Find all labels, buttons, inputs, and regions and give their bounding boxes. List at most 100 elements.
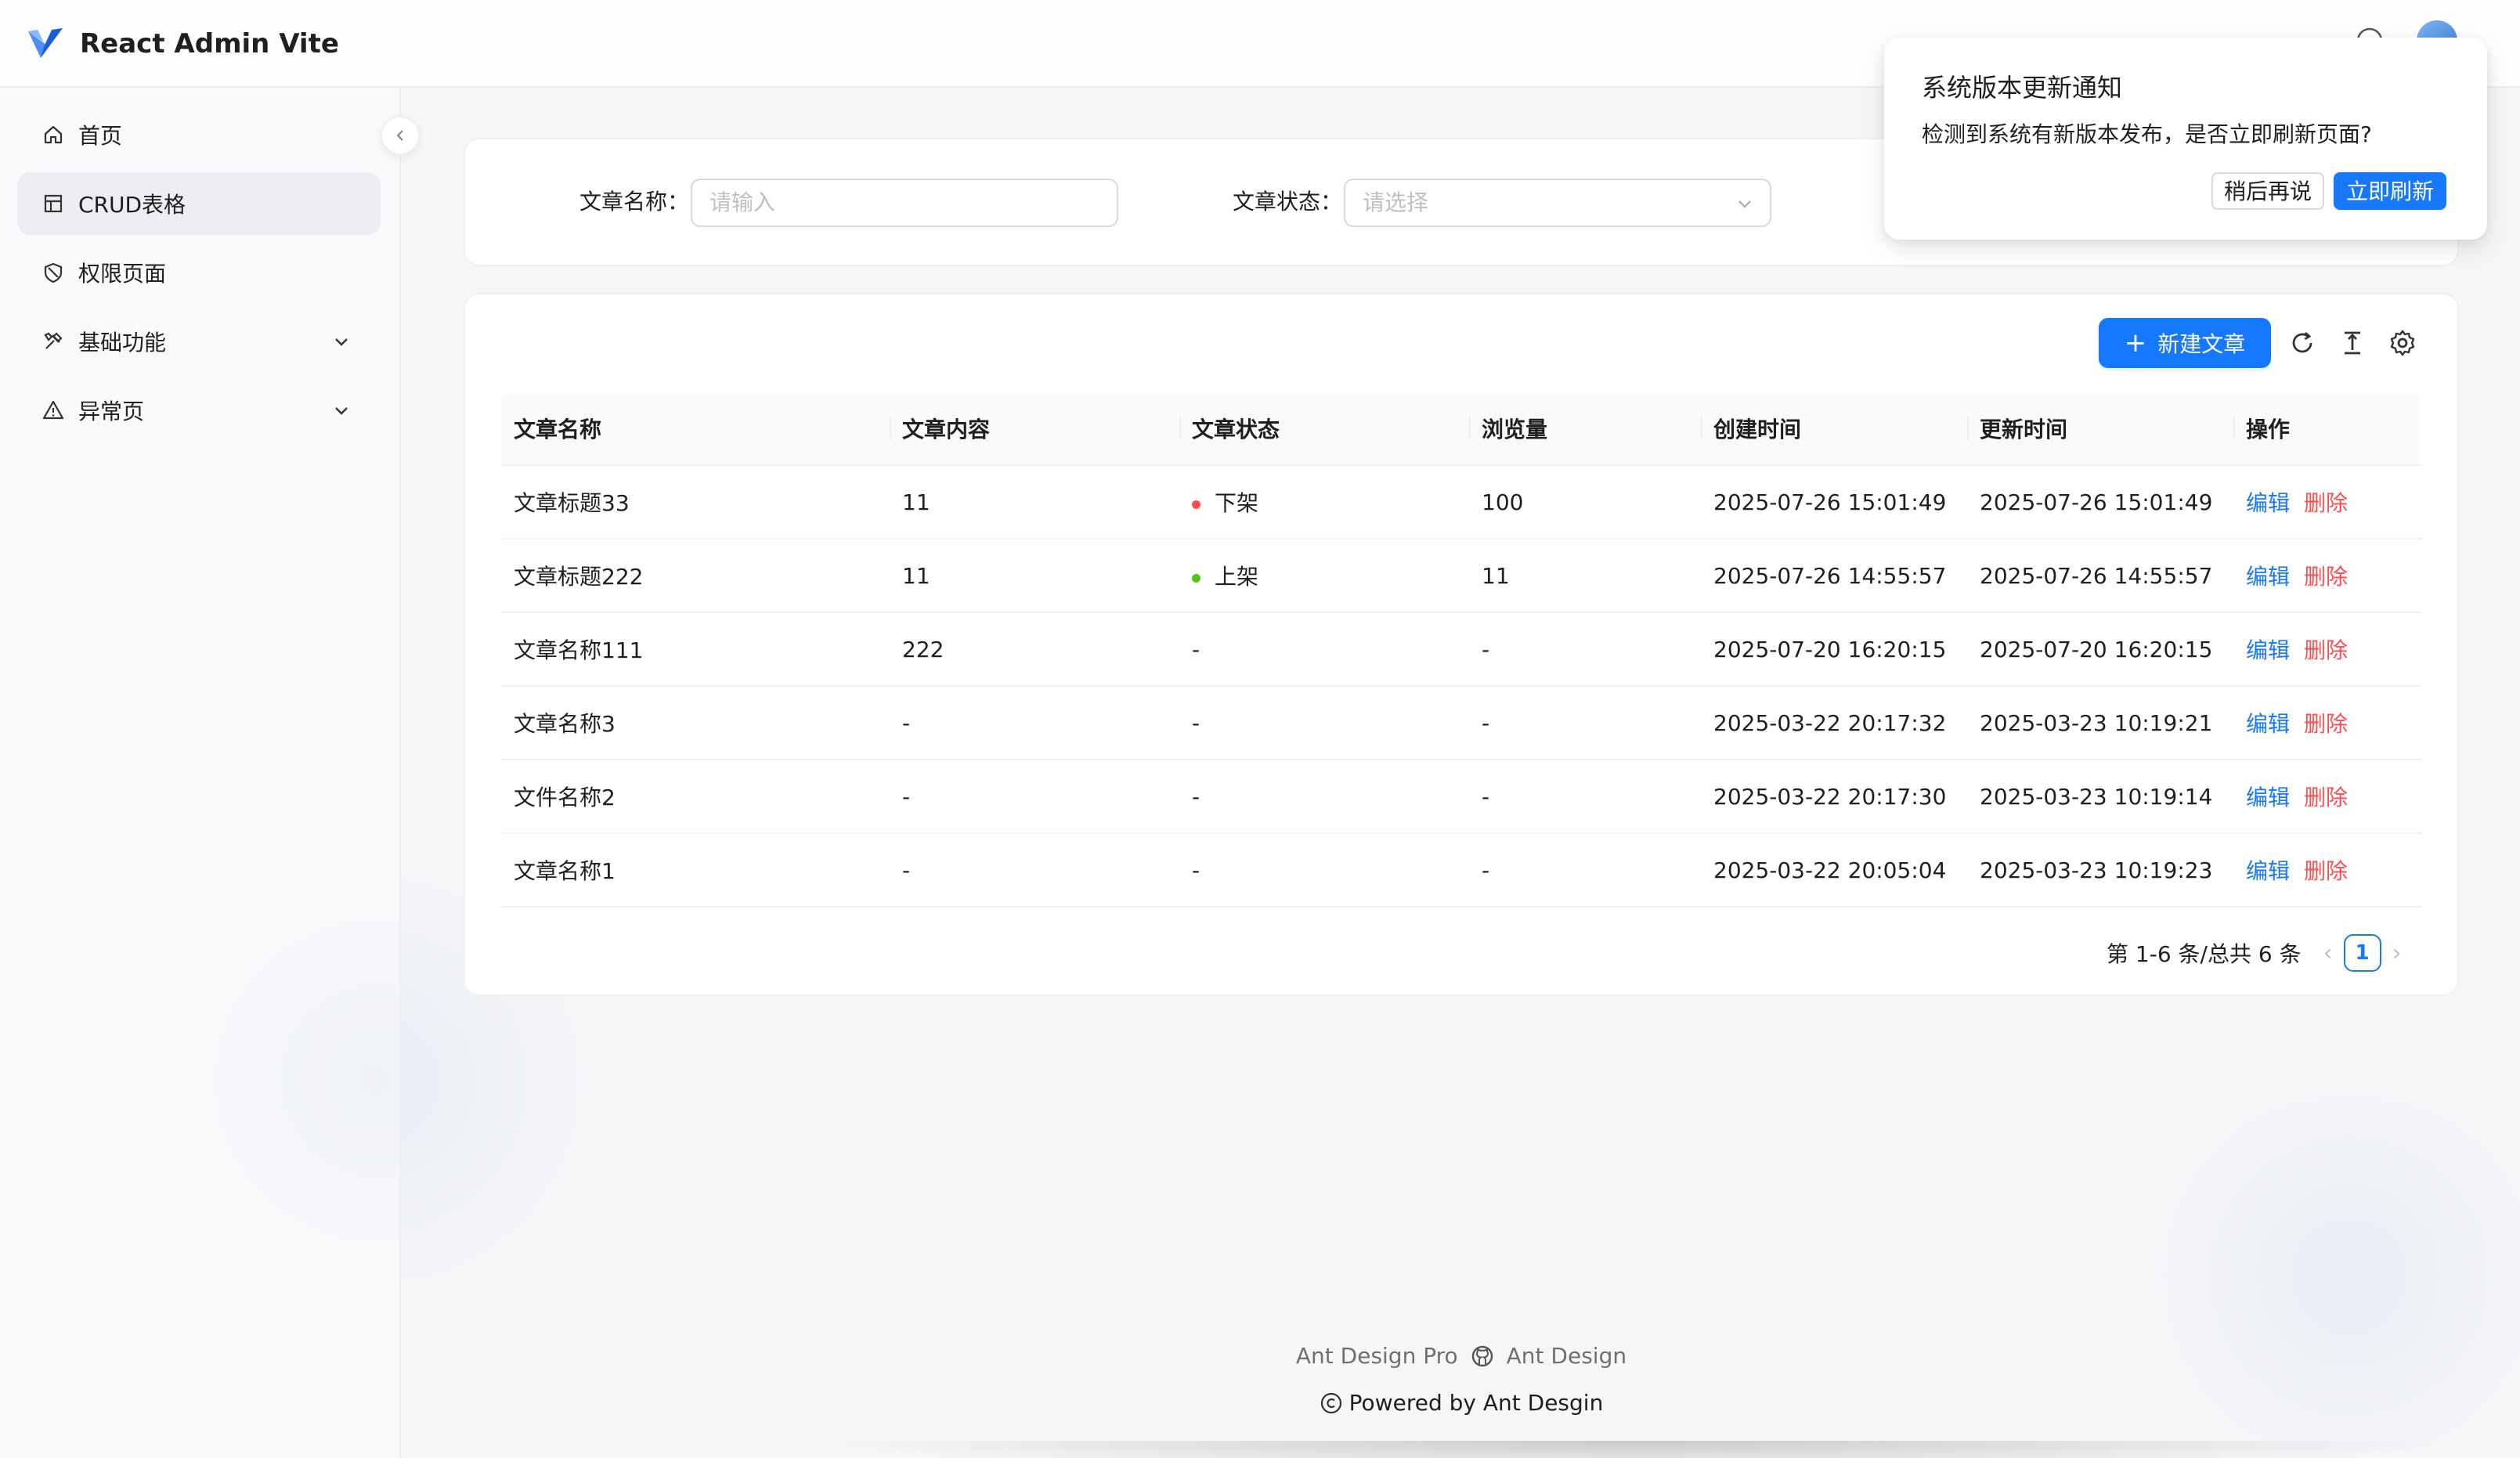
cell-content: 222 — [890, 612, 1179, 687]
copyright-text: Powered by Ant Desgin — [1348, 1390, 1604, 1416]
app-title: React Admin Vite — [80, 28, 339, 60]
sidebar-item-label: 首页 — [78, 123, 123, 149]
article-name-input[interactable]: 请输入 — [691, 179, 1118, 227]
cell-actions: 编辑 删除 — [2233, 539, 2421, 613]
cell-views: 11 — [1469, 539, 1701, 613]
column-header: 文章状态 — [1179, 392, 1469, 466]
column-header: 创建时间 — [1701, 392, 1967, 466]
sidebar-item-label: CRUD表格 — [78, 192, 186, 218]
cell-created: 2025-07-20 16:20:15 — [1701, 612, 1967, 687]
edit-link[interactable]: 编辑 — [2246, 637, 2290, 663]
table-row: 文章名称3 - - - 2025-03-22 20:17:32 2025-03-… — [501, 686, 2421, 760]
column-header: 浏览量 — [1469, 392, 1701, 466]
create-article-label: 新建文章 — [2157, 331, 2246, 357]
delete-link[interactable]: 删除 — [2304, 637, 2348, 663]
articles-table: 文章名称 文章内容 文章状态 浏览量 创建时间 更新时间 操作 文章标题33 1… — [501, 392, 2421, 908]
cell-views: - — [1469, 612, 1701, 687]
create-article-button[interactable]: + 新建文章 — [2099, 318, 2271, 368]
github-icon[interactable] — [1471, 1344, 1494, 1368]
bottom-edge-shadow — [814, 1441, 2459, 1458]
next-page-icon[interactable]: › — [2392, 940, 2402, 967]
prev-page-icon[interactable]: ‹ — [2323, 940, 2333, 967]
edit-link[interactable]: 编辑 — [2246, 490, 2290, 516]
copyright-icon — [1320, 1392, 1341, 1414]
table-row: 文章名称111 222 - - 2025-07-20 16:20:15 2025… — [501, 612, 2421, 687]
sidebar-item-home[interactable]: 首页 — [17, 103, 381, 166]
column-height-icon[interactable] — [2337, 327, 2368, 359]
column-separator — [890, 417, 891, 440]
home-icon — [44, 125, 63, 144]
cell-updated: 2025-07-20 16:20:15 — [1967, 612, 2233, 687]
column-header: 更新时间 — [1967, 392, 2233, 466]
edit-link[interactable]: 编辑 — [2246, 711, 2290, 737]
table-row: 文件名称2 - - - 2025-03-22 20:17:30 2025-03-… — [501, 760, 2421, 834]
footer-link-antd[interactable]: Ant Design — [1507, 1341, 1626, 1372]
later-button[interactable]: 稍后再说 — [2211, 172, 2325, 210]
delete-link[interactable]: 删除 — [2304, 858, 2348, 884]
column-header-label: 文章状态 — [1192, 416, 1280, 442]
sidebar-item-crud-table[interactable]: CRUD表格 — [17, 172, 381, 235]
logo-icon — [28, 28, 63, 58]
delete-link[interactable]: 删除 — [2304, 785, 2348, 810]
article-name-label: 文章名称： — [579, 189, 690, 215]
cell-content: 11 — [890, 465, 1179, 540]
column-header: 文章内容 — [890, 392, 1179, 466]
cell-updated: 2025-03-23 10:19:14 — [1967, 760, 2233, 834]
settings-icon[interactable] — [2387, 327, 2418, 359]
footer-copyright: Powered by Ant Desgin — [0, 1388, 2520, 1419]
shield-icon — [44, 262, 63, 283]
cell-status: - — [1179, 833, 1469, 908]
footer-links: Ant Design Pro Ant Design — [0, 1341, 2520, 1372]
sidebar-menu: 首页 CRUD表格 权限页面 基础功能 异常页 — [17, 103, 381, 448]
cell-name: 文章名称1 — [501, 833, 890, 908]
footer-link-pro[interactable]: Ant Design Pro — [1296, 1341, 1458, 1372]
cell-status: - — [1179, 760, 1469, 834]
cell-created: 2025-07-26 14:55:57 — [1701, 539, 1967, 613]
article-status-select[interactable]: 请选择 — [1344, 179, 1771, 227]
edit-link[interactable]: 编辑 — [2246, 785, 2290, 810]
cell-actions: 编辑 删除 — [2233, 760, 2421, 834]
sidebar-item-exception[interactable]: 异常页 — [17, 379, 381, 442]
cell-actions: 编辑 删除 — [2233, 612, 2421, 687]
sidebar-item-label: 权限页面 — [78, 261, 167, 287]
edit-link[interactable]: 编辑 — [2246, 858, 2290, 884]
cell-actions: 编辑 删除 — [2233, 686, 2421, 760]
delete-link[interactable]: 删除 — [2304, 490, 2348, 516]
cell-name: 文章名称111 — [501, 612, 890, 687]
cell-name: 文章标题222 — [501, 539, 890, 613]
reload-icon[interactable] — [2287, 327, 2318, 359]
sidebar-item-label: 异常页 — [78, 399, 145, 424]
page-number[interactable]: 1 — [2343, 934, 2381, 972]
warning-icon — [42, 400, 64, 420]
edit-link[interactable]: 编辑 — [2246, 564, 2290, 590]
cell-content: - — [890, 833, 1179, 908]
select-placeholder: 请选择 — [1363, 189, 1429, 215]
delete-link[interactable]: 删除 — [2304, 564, 2348, 590]
sidebar-item-label: 基础功能 — [78, 330, 167, 355]
column-separator — [1967, 417, 1969, 440]
cell-status: - — [1179, 612, 1469, 687]
column-header-label: 更新时间 — [1980, 416, 2068, 442]
update-notification: 系统版本更新通知 检测到系统有新版本发布，是否立即刷新页面? 稍后再说 立即刷新 — [1884, 38, 2487, 240]
column-header-label: 创建时间 — [1713, 416, 1802, 442]
column-header-label: 文章内容 — [902, 416, 991, 442]
chevron-down-icon — [335, 407, 348, 415]
delete-link[interactable]: 删除 — [2304, 711, 2348, 737]
cell-updated: 2025-03-23 10:19:21 — [1967, 686, 2233, 760]
cell-created: 2025-03-22 20:17:32 — [1701, 686, 1967, 760]
cell-views: 100 — [1469, 465, 1701, 540]
column-separator — [2233, 417, 2235, 440]
cell-name: 文章标题33 — [501, 465, 890, 540]
sidebar-item-basic-features[interactable]: 基础功能 — [17, 310, 381, 373]
cell-created: 2025-03-22 20:17:30 — [1701, 760, 1967, 834]
table-header-row: 文章名称 文章内容 文章状态 浏览量 创建时间 更新时间 操作 — [501, 392, 2421, 466]
cell-views: - — [1469, 833, 1701, 908]
column-header: 操作 — [2233, 392, 2421, 466]
tools-icon — [44, 332, 63, 349]
table-icon — [44, 194, 63, 213]
notification-description: 检测到系统有新版本发布，是否立即刷新页面? — [1922, 121, 2372, 147]
refresh-now-button[interactable]: 立即刷新 — [2334, 172, 2447, 210]
sidebar-collapse-button[interactable] — [381, 116, 420, 155]
column-header-label: 操作 — [2246, 416, 2291, 442]
sidebar-item-permission[interactable]: 权限页面 — [17, 241, 381, 304]
